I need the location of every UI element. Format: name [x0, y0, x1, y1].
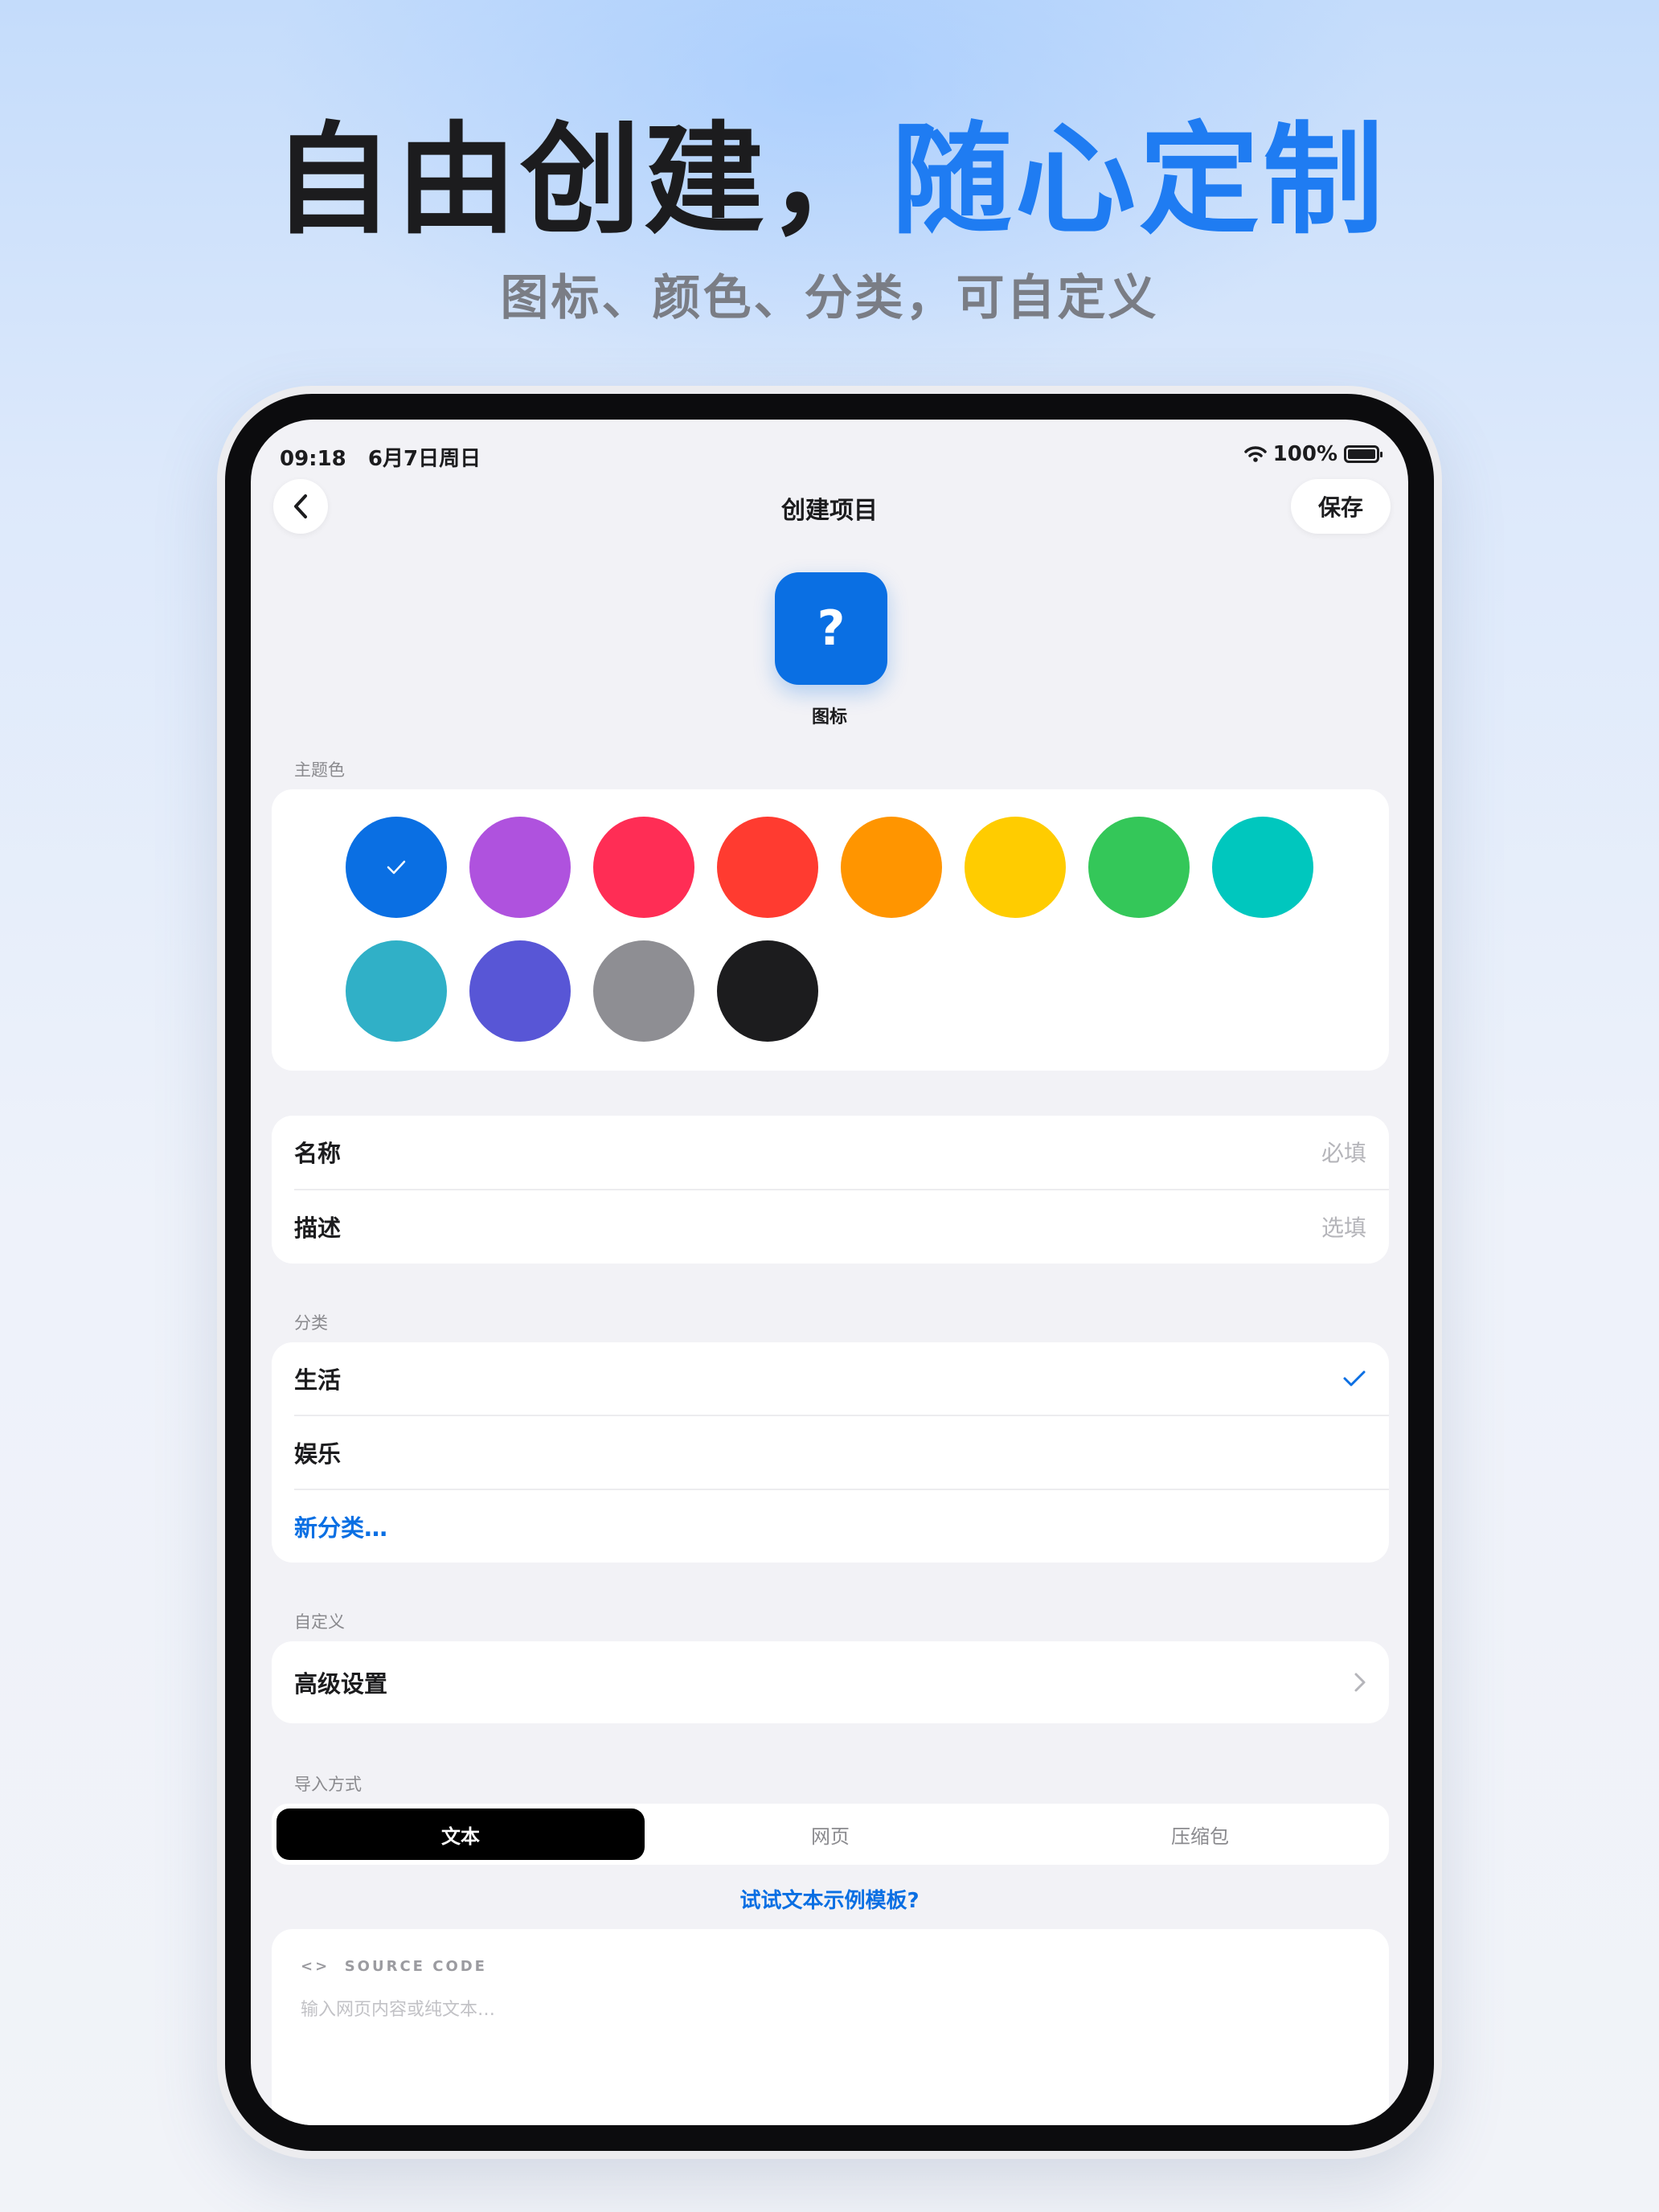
name-desc-card: 名称 必填 描述 选填 — [272, 1116, 1389, 1264]
description-placeholder: 选填 — [1321, 1215, 1366, 1241]
tab-archive[interactable]: 压缩包 — [1016, 1809, 1384, 1860]
headline-part2: 随心定制 — [891, 111, 1387, 251]
marketing-headline: 自由创建，随心定制 — [0, 113, 1659, 249]
save-button[interactable]: 保存 — [1291, 479, 1391, 534]
tab-webpage[interactable]: 网页 — [646, 1809, 1014, 1860]
status-date: 6月7日周日 — [367, 447, 481, 471]
source-code-input[interactable]: 输入网页内容或纯文本… — [301, 1995, 495, 2021]
color-swatch[interactable] — [469, 817, 571, 918]
theme-color-label: 主题色 — [294, 760, 345, 780]
status-time: 09:18 — [280, 447, 346, 471]
question-mark-icon[interactable]: ? — [775, 572, 887, 685]
color-swatch[interactable] — [717, 817, 818, 918]
color-swatch[interactable] — [593, 817, 694, 918]
category-item-entertainment[interactable]: 娱乐 — [294, 1416, 1366, 1489]
theme-color-card — [272, 789, 1389, 1071]
status-bar: 09:18 6月7日周日 100% — [280, 432, 1382, 481]
color-swatch[interactable] — [1212, 817, 1313, 918]
tab-text[interactable]: 文本 — [276, 1809, 645, 1860]
color-swatch[interactable] — [1088, 817, 1190, 918]
new-category-button[interactable]: 新分类… — [294, 1490, 1366, 1563]
template-link[interactable]: 试试文本示例模板? — [251, 1884, 1408, 1914]
color-swatch[interactable] — [717, 940, 818, 1042]
page-title: 创建项目 — [781, 497, 878, 525]
name-placeholder: 必填 — [1321, 1140, 1366, 1166]
color-swatch[interactable] — [469, 940, 571, 1042]
status-time-date: 09:18 6月7日周日 — [280, 442, 481, 472]
custom-label: 自定义 — [294, 1612, 345, 1632]
color-swatch[interactable] — [593, 940, 694, 1042]
category-label: 分类 — [294, 1313, 328, 1333]
import-method-segmented-control: 文本 网页 压缩包 — [272, 1804, 1389, 1865]
category-card: 生活 娱乐 新分类… — [272, 1342, 1389, 1563]
category-item-life[interactable]: 生活 — [294, 1342, 1366, 1415]
category-item-label: 生活 — [294, 1366, 342, 1394]
nav-bar: 创建项目 保存 — [273, 479, 1391, 534]
color-swatch[interactable] — [965, 817, 1066, 918]
code-brackets-icon: <> — [301, 1958, 330, 1975]
description-label: 描述 — [294, 1215, 342, 1242]
wifi-icon — [1243, 446, 1267, 462]
advanced-settings-label: 高级设置 — [294, 1670, 388, 1698]
tablet-device-frame: 09:18 6月7日周日 100% 创建项目 保存 ? 图标 主题色 名称 必填… — [217, 386, 1442, 2159]
new-category-label: 新分类… — [294, 1514, 388, 1542]
description-field[interactable]: 描述 选填 — [294, 1190, 1366, 1263]
color-swatch[interactable] — [841, 817, 942, 918]
color-swatch[interactable] — [346, 940, 447, 1042]
name-field[interactable]: 名称 必填 — [294, 1116, 1366, 1188]
checkmark-icon — [387, 860, 406, 875]
icon-label: 图标 — [811, 707, 847, 727]
checkmark-icon — [1343, 1370, 1366, 1387]
headline-part1: 自由创建， — [272, 111, 891, 251]
advanced-settings-card: 高级设置 — [272, 1641, 1389, 1723]
name-label: 名称 — [294, 1140, 342, 1167]
marketing-subtitle: 图标、颜色、分类，可自定义 — [500, 270, 1159, 326]
battery-icon — [1344, 445, 1382, 463]
chevron-right-icon — [1354, 1673, 1366, 1692]
category-item-label: 娱乐 — [294, 1440, 342, 1468]
advanced-settings-row[interactable]: 高级设置 — [294, 1646, 1366, 1718]
import-method-label: 导入方式 — [294, 1775, 362, 1794]
color-swatch-selected[interactable] — [346, 817, 447, 918]
device-bezel: 09:18 6月7日周日 100% 创建项目 保存 ? 图标 主题色 名称 必填… — [225, 394, 1434, 2151]
source-code-title: SOURCE CODE — [344, 1958, 487, 1975]
battery-percent: 100% — [1272, 442, 1337, 466]
source-code-header: <> SOURCE CODE — [301, 1958, 487, 1975]
status-right: 100% — [1243, 442, 1382, 466]
device-screen: 09:18 6月7日周日 100% 创建项目 保存 ? 图标 主题色 名称 必填… — [251, 420, 1408, 2125]
source-code-card: <> SOURCE CODE 输入网页内容或纯文本… — [272, 1929, 1389, 2125]
